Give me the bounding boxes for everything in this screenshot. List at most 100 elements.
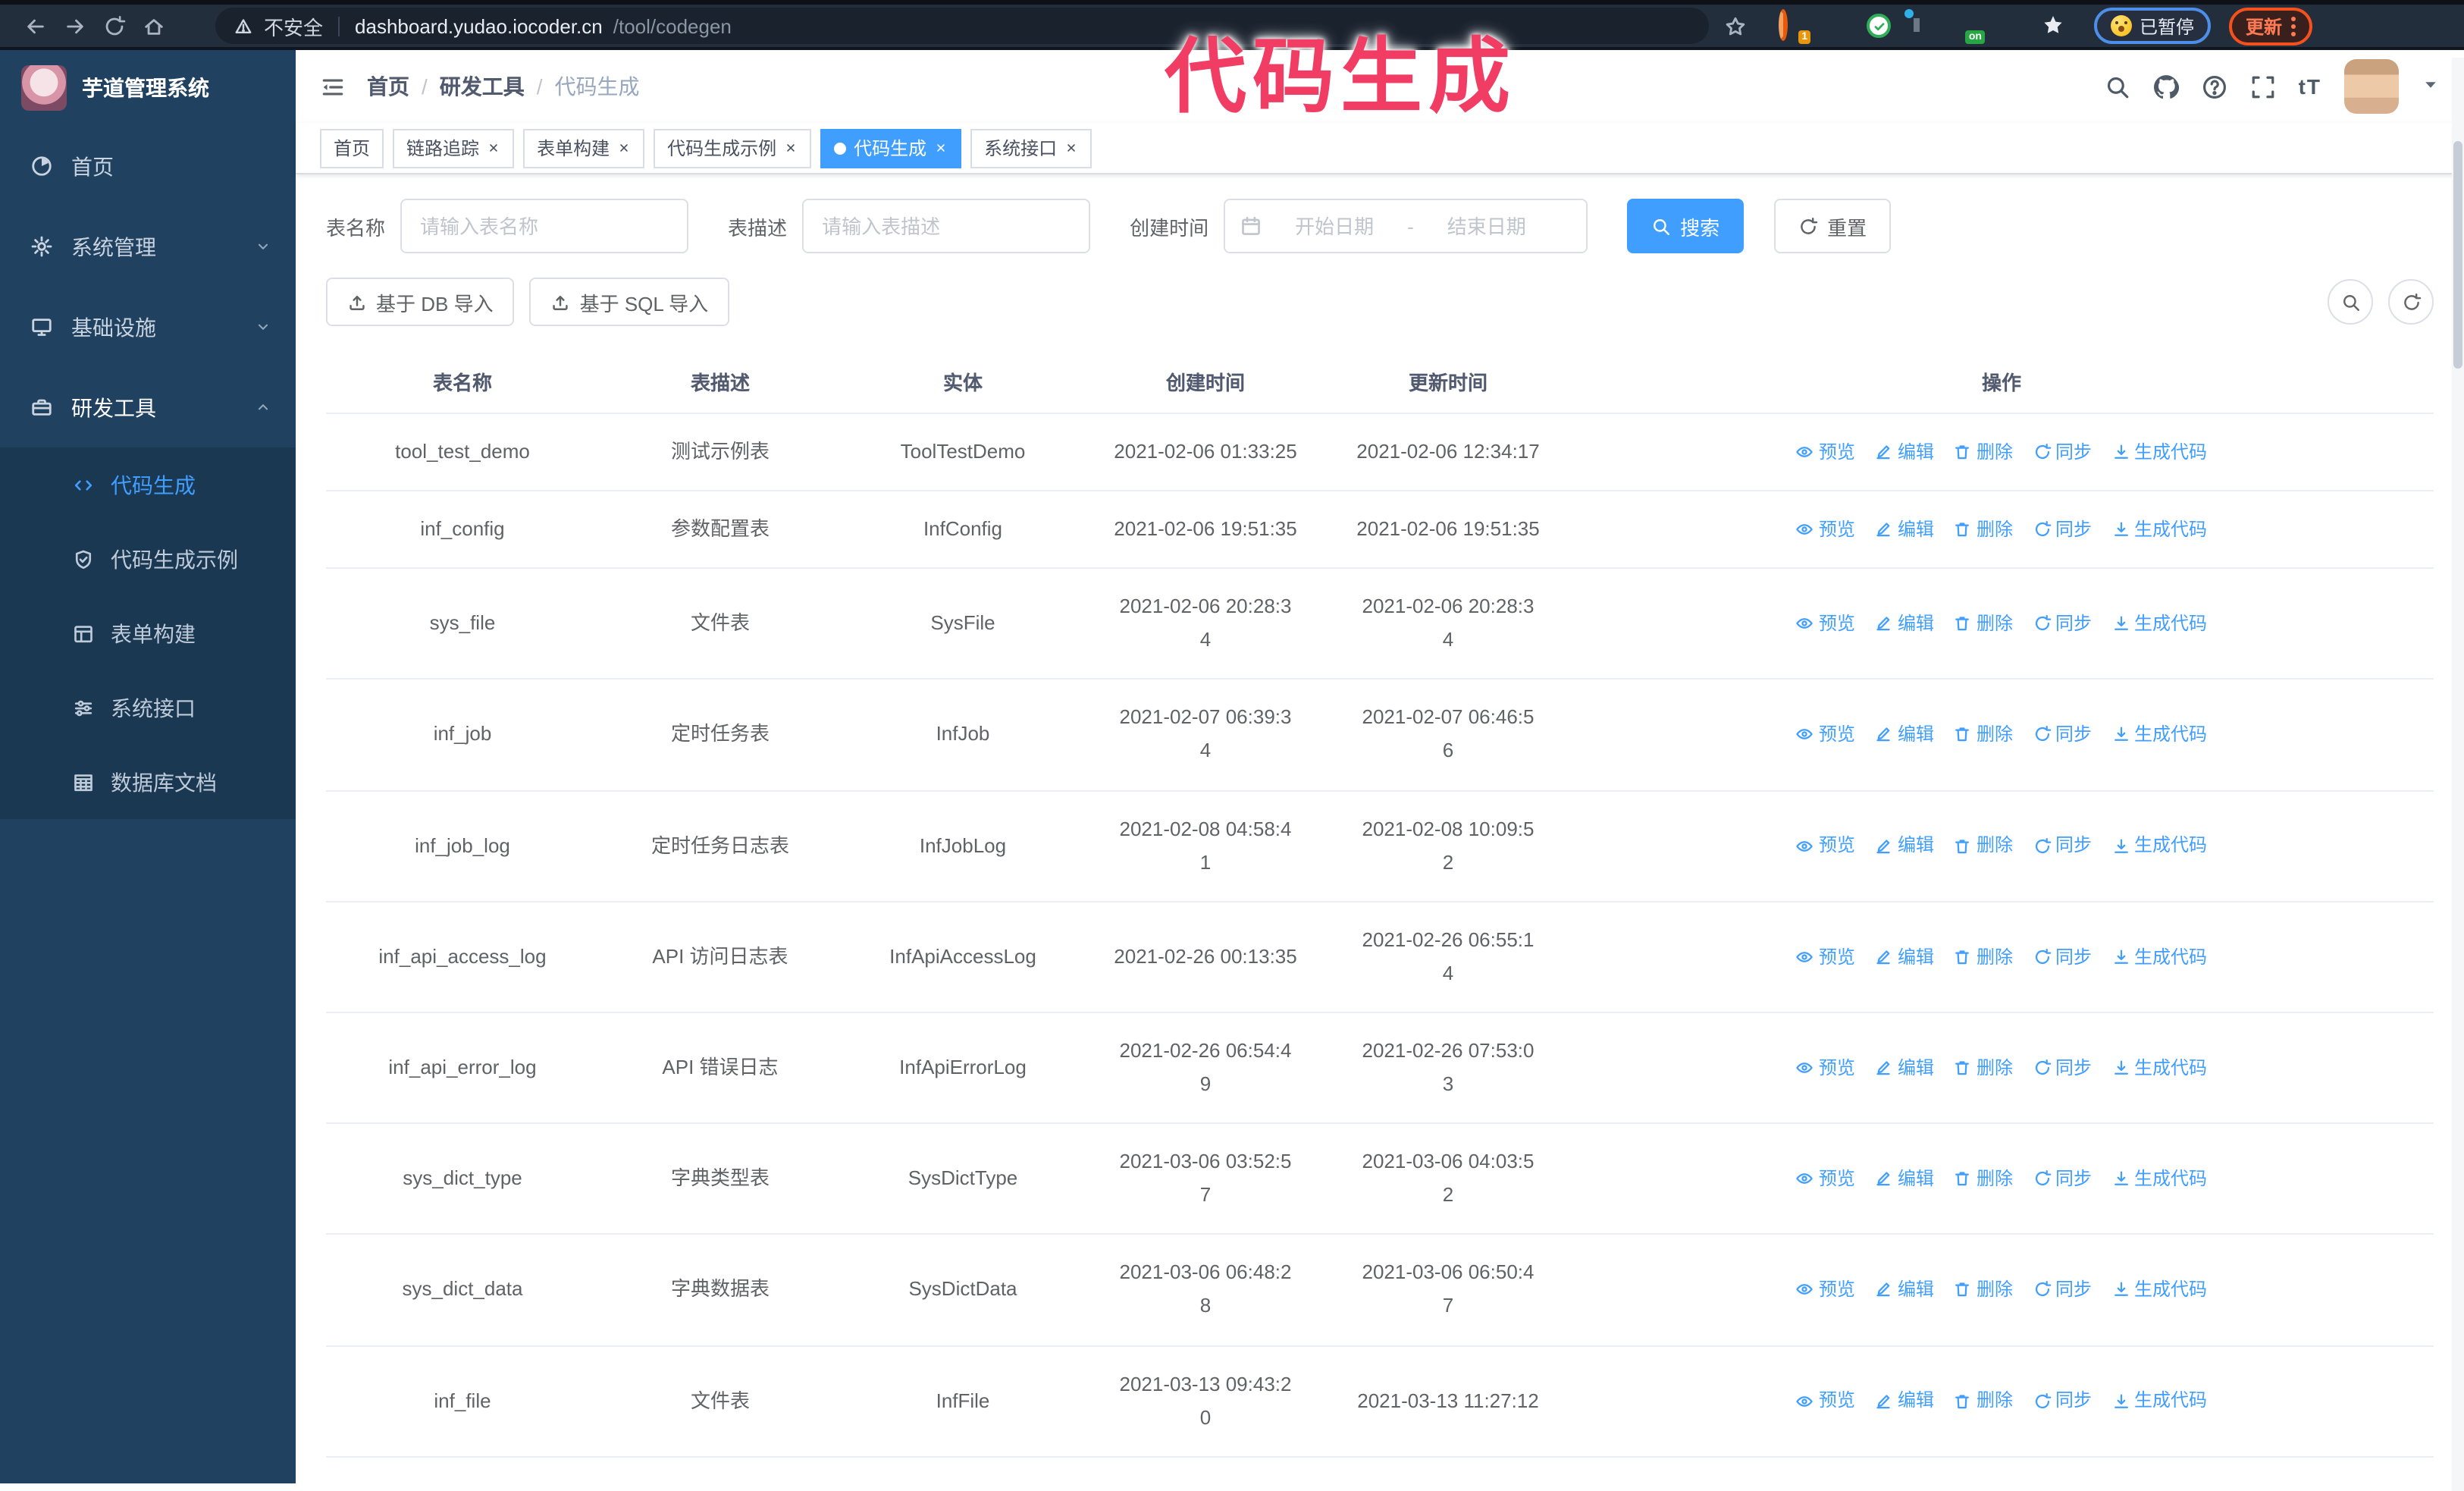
tags-view-tab[interactable]: 系统接口: [970, 128, 1092, 168]
action-edit[interactable]: 编辑: [1875, 941, 1934, 972]
action-sync[interactable]: 同步: [2033, 437, 2092, 468]
profile-paused-badge[interactable]: 已暂停: [2094, 8, 2212, 44]
sidebar-toggle-icon[interactable]: [320, 74, 346, 99]
font-size-icon[interactable]: tT: [2299, 74, 2321, 99]
browser-home-icon[interactable]: [133, 6, 173, 46]
action-preview[interactable]: 预览: [1796, 830, 1855, 862]
close-tab-icon[interactable]: [487, 141, 500, 155]
sidebar-subitem[interactable]: 表单构建: [0, 596, 296, 670]
extension-check-icon[interactable]: [1867, 14, 1891, 38]
action-generate[interactable]: 生成代码: [2111, 514, 2207, 545]
action-delete[interactable]: 删除: [1954, 1053, 2013, 1084]
extension-star-icon[interactable]: [2041, 13, 2067, 39]
date-range-picker[interactable]: -: [1224, 199, 1588, 253]
action-sync[interactable]: 同步: [2033, 608, 2092, 639]
browser-update-button[interactable]: 更新: [2229, 7, 2313, 45]
action-generate[interactable]: 生成代码: [2111, 1053, 2207, 1084]
action-delete[interactable]: 删除: [1954, 1163, 2013, 1194]
action-generate[interactable]: 生成代码: [2111, 1274, 2207, 1305]
browser-url-bar[interactable]: 不安全 dashboard.yudao.iocoder.cn/tool/code…: [215, 8, 1709, 44]
action-edit[interactable]: 编辑: [1875, 514, 1934, 545]
extension-panels-icon[interactable]: [1904, 8, 1935, 39]
sidebar-subitem[interactable]: 代码生成示例: [0, 522, 296, 596]
help-icon[interactable]: [2202, 74, 2227, 99]
action-edit[interactable]: 编辑: [1875, 1274, 1934, 1305]
action-sync[interactable]: 同步: [2033, 1386, 2092, 1417]
action-sync[interactable]: 同步: [2033, 720, 2092, 751]
action-generate[interactable]: 生成代码: [2111, 437, 2207, 468]
browser-back-icon[interactable]: [15, 6, 55, 46]
action-delete[interactable]: 删除: [1954, 437, 2013, 468]
user-menu-caret-icon[interactable]: [2422, 75, 2440, 98]
action-edit[interactable]: 编辑: [1875, 1386, 1934, 1417]
reset-button[interactable]: 重置: [1774, 199, 1892, 253]
tags-view-tab[interactable]: 代码生成示例: [654, 128, 812, 168]
close-tab-icon[interactable]: [617, 141, 631, 155]
extension-gem-icon[interactable]: [1823, 13, 1848, 39]
action-generate[interactable]: 生成代码: [2111, 1386, 2207, 1417]
action-generate[interactable]: 生成代码: [2111, 830, 2207, 862]
extension-orange-icon[interactable]: 1: [1779, 8, 1810, 43]
action-delete[interactable]: 删除: [1954, 1386, 2013, 1417]
sidebar-item-gear[interactable]: 系统管理: [0, 206, 296, 287]
app-logo[interactable]: 芋道管理系统: [0, 50, 296, 126]
action-delete[interactable]: 删除: [1954, 514, 2013, 545]
action-delete[interactable]: 删除: [1954, 941, 2013, 972]
extension-frog-icon[interactable]: [1997, 13, 2023, 39]
breadcrumb-item[interactable]: 研发工具: [440, 71, 525, 102]
action-preview[interactable]: 预览: [1796, 1163, 1855, 1194]
close-tab-icon[interactable]: [1064, 141, 1078, 155]
action-sync[interactable]: 同步: [2033, 1274, 2092, 1305]
tags-view-tab[interactable]: 首页: [320, 128, 384, 168]
action-edit[interactable]: 编辑: [1875, 437, 1934, 468]
avatar[interactable]: [2344, 59, 2399, 114]
browser-reload-icon[interactable]: [94, 6, 133, 46]
action-edit[interactable]: 编辑: [1875, 720, 1934, 751]
sidebar-subitem[interactable]: 系统接口: [0, 670, 296, 745]
import-db-button[interactable]: 基于 DB 导入: [326, 278, 515, 326]
refresh-table-button[interactable]: [2388, 279, 2434, 325]
action-sync[interactable]: 同步: [2033, 514, 2092, 545]
table-name-input[interactable]: [400, 199, 689, 253]
tags-view-tab[interactable]: 表单构建: [523, 128, 645, 168]
action-edit[interactable]: 编辑: [1875, 1163, 1934, 1194]
sidebar-subitem[interactable]: 代码生成: [0, 447, 296, 522]
sidebar-item-monitor[interactable]: 基础设施: [0, 287, 296, 367]
sidebar-item-dashboard[interactable]: 首页: [0, 126, 296, 206]
action-preview[interactable]: 预览: [1796, 437, 1855, 468]
table-desc-input[interactable]: [802, 199, 1091, 253]
action-preview[interactable]: 预览: [1796, 1274, 1855, 1305]
action-generate[interactable]: 生成代码: [2111, 608, 2207, 639]
extension-switch-icon[interactable]: on: [1953, 13, 1985, 43]
action-edit[interactable]: 编辑: [1875, 830, 1934, 862]
action-preview[interactable]: 预览: [1796, 720, 1855, 751]
end-date-input[interactable]: [1422, 213, 1550, 239]
action-delete[interactable]: 删除: [1954, 720, 2013, 751]
action-edit[interactable]: 编辑: [1875, 608, 1934, 639]
action-preview[interactable]: 预览: [1796, 608, 1855, 639]
action-delete[interactable]: 删除: [1954, 830, 2013, 862]
close-tab-icon[interactable]: [934, 141, 948, 155]
action-generate[interactable]: 生成代码: [2111, 720, 2207, 751]
action-sync[interactable]: 同步: [2033, 1163, 2092, 1194]
action-generate[interactable]: 生成代码: [2111, 941, 2207, 972]
action-sync[interactable]: 同步: [2033, 941, 2092, 972]
action-sync[interactable]: 同步: [2033, 1053, 2092, 1084]
action-generate[interactable]: 生成代码: [2111, 1163, 2207, 1194]
scrollbar-thumb[interactable]: [2453, 141, 2462, 369]
close-tab-icon[interactable]: [784, 141, 798, 155]
search-button[interactable]: 搜索: [1627, 199, 1745, 253]
sidebar-subitem[interactable]: 数据库文档: [0, 745, 296, 819]
tags-view-tab[interactable]: 链路追踪: [393, 128, 515, 168]
action-delete[interactable]: 删除: [1954, 608, 2013, 639]
action-delete[interactable]: 删除: [1954, 1274, 2013, 1305]
tags-view-tab[interactable]: 代码生成: [820, 128, 962, 168]
action-preview[interactable]: 预览: [1796, 1053, 1855, 1084]
action-preview[interactable]: 预览: [1796, 941, 1855, 972]
action-preview[interactable]: 预览: [1796, 514, 1855, 545]
start-date-input[interactable]: [1271, 213, 1399, 239]
import-sql-button[interactable]: 基于 SQL 导入: [529, 278, 730, 326]
fullscreen-icon[interactable]: [2250, 74, 2276, 99]
toggle-search-button[interactable]: [2328, 279, 2373, 325]
sidebar-item-toolbox[interactable]: 研发工具: [0, 367, 296, 447]
